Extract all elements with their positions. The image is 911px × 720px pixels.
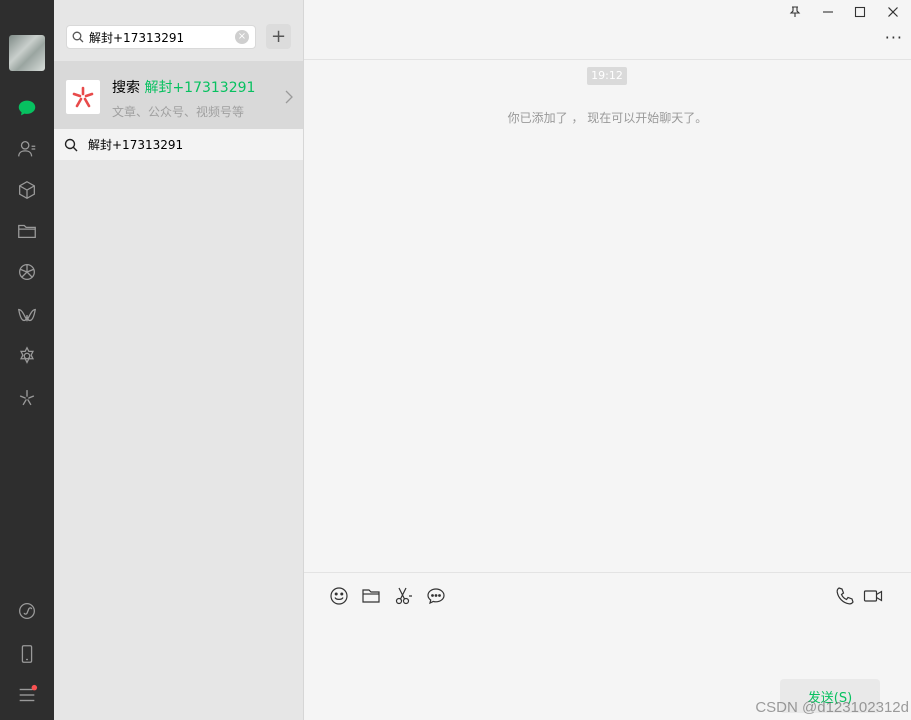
result-title: 搜索 解封+17313291 — [112, 77, 255, 97]
cube-icon[interactable] — [15, 178, 39, 202]
chat-window: ··· 19:12 你已添加了 ， 现在可以开始聊天了。 发送(S) CSDN … — [304, 0, 911, 720]
more-options-button[interactable]: ··· — [885, 28, 903, 47]
channels-icon[interactable] — [15, 303, 39, 327]
phone-icon[interactable] — [15, 642, 39, 666]
add-button[interactable]: + — [266, 24, 291, 49]
menu-icon[interactable] — [15, 683, 39, 707]
close-icon[interactable] — [885, 4, 901, 20]
result-keyword: 解封+17313291 — [144, 80, 256, 96]
contacts-icon[interactable] — [15, 137, 39, 161]
search-web-result[interactable]: 搜索 解封+17313291 文章、公众号、视频号等 — [54, 61, 303, 129]
result-prefix: 搜索 — [112, 80, 140, 96]
message-input-area[interactable]: 发送(S) — [304, 572, 911, 720]
file-icon[interactable] — [360, 585, 382, 607]
result-subtitle: 文章、公众号、视频号等 — [112, 105, 245, 119]
emoji-icon[interactable] — [328, 585, 350, 607]
search-box[interactable]: × — [66, 25, 256, 49]
search-logo-icon — [66, 80, 100, 114]
system-message: 你已添加了 ， 现在可以开始聊天了。 — [507, 111, 708, 125]
video-call-icon[interactable] — [862, 585, 884, 607]
message-timestamp: 19:12 — [587, 67, 627, 85]
minimize-icon[interactable] — [820, 4, 836, 20]
chevron-right-icon — [285, 89, 293, 108]
chat-history-icon[interactable] — [425, 585, 447, 607]
pin-icon[interactable] — [787, 4, 803, 20]
maximize-icon[interactable] — [852, 4, 868, 20]
clear-icon[interactable]: × — [235, 30, 249, 44]
scissors-icon[interactable] — [393, 585, 415, 607]
chat-icon[interactable] — [15, 96, 39, 120]
moments-icon[interactable] — [15, 260, 39, 284]
voice-call-icon[interactable] — [834, 585, 856, 607]
watermark: CSDN @d123102312d — [755, 699, 909, 716]
search-input[interactable] — [89, 30, 229, 44]
suggestion-text: 解封+17313291 — [88, 138, 184, 152]
folder-icon[interactable] — [15, 219, 39, 243]
sidebar-nav — [0, 0, 54, 720]
search-suggestion[interactable]: 解封+17313291 — [54, 129, 303, 160]
avatar[interactable] — [9, 35, 45, 71]
search-icon — [67, 31, 89, 43]
chat-header: ··· — [304, 0, 911, 60]
miniprogram-icon[interactable] — [15, 599, 39, 623]
gear-flower-icon[interactable] — [15, 344, 39, 368]
search-star-icon[interactable] — [15, 386, 39, 410]
search-panel: × + 搜索 解封+17313291 文章、公众号、视频号等 解封+173132… — [54, 0, 304, 720]
search-icon — [54, 138, 88, 152]
